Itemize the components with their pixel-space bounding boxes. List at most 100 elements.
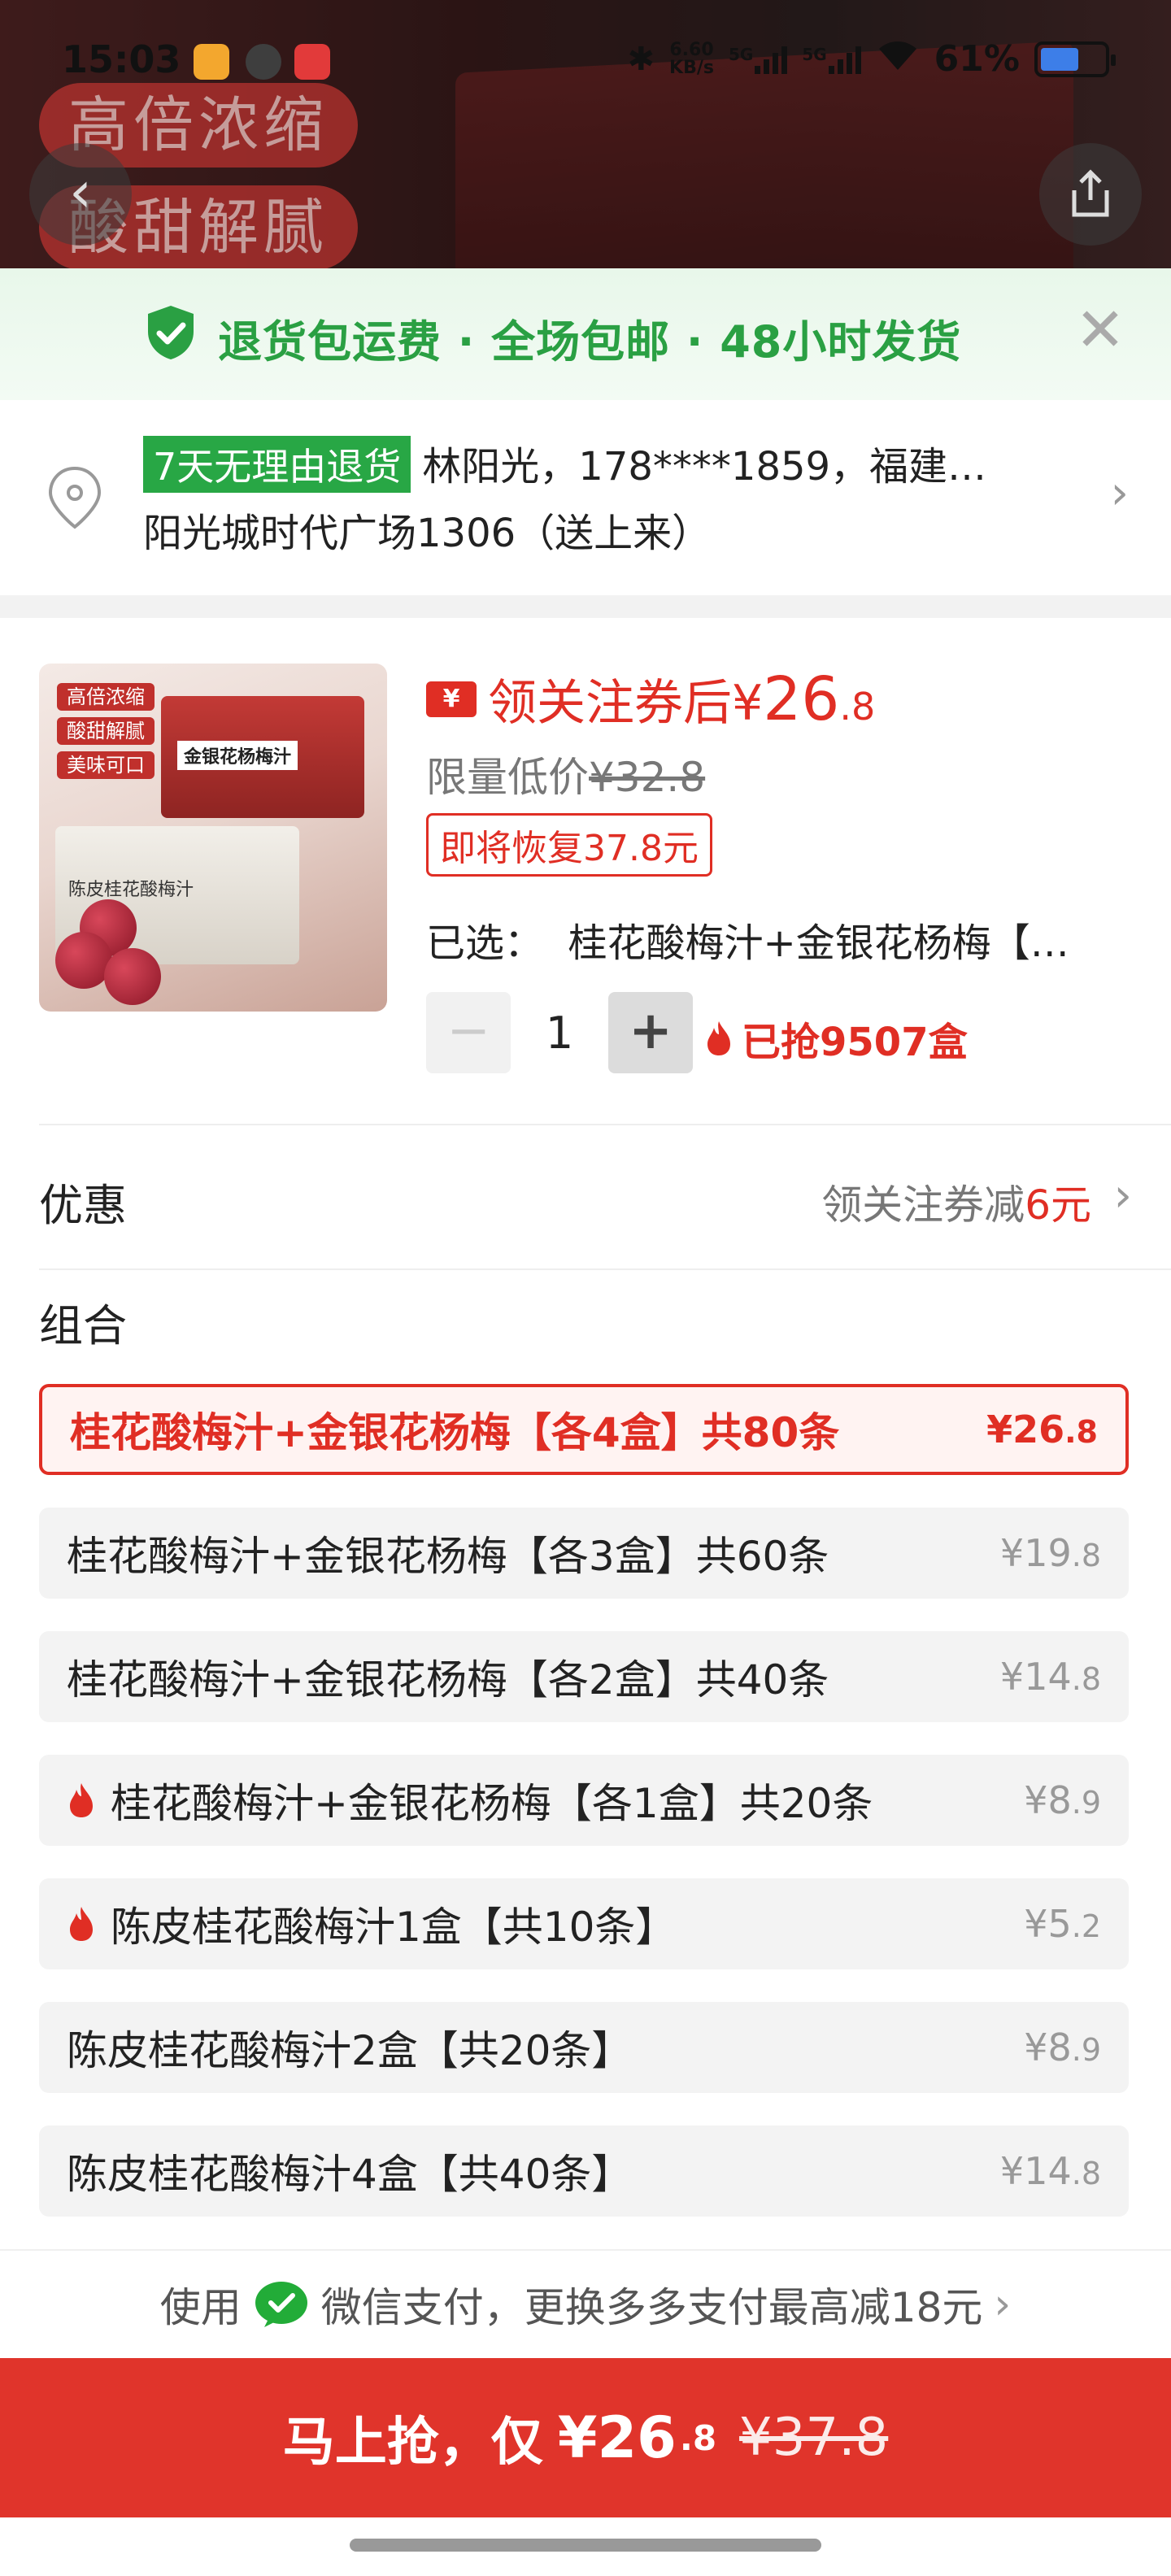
product-summary: 高倍浓缩 酸甜解腻 美味可口 金银花杨梅汁 陈皮桂花酸梅汁 ¥ 领关注券后 ¥ …	[0, 618, 1171, 1122]
thumb-box-b-label: 陈皮桂花酸梅汁	[68, 880, 194, 900]
thumb-tag: 美味可口	[57, 751, 155, 779]
limited-price: 限量低价¥32.8	[426, 745, 705, 803]
combo-option-price: ¥8.9	[1024, 2026, 1101, 2069]
buy-now-button[interactable]: 马上抢，仅 ¥26 .8 ¥37.8	[0, 2358, 1171, 2517]
combo-option[interactable]: 陈皮桂花酸梅汁2盒【共20条】 ¥8.9	[39, 2002, 1129, 2093]
wechat-notification-icon	[246, 44, 281, 80]
chevron-right-icon: ›	[1113, 1169, 1132, 1222]
promo-text: 退货包运费 · 全场包邮 · 48小时发货	[218, 316, 962, 368]
combo-price-dec: .8	[1071, 1538, 1101, 1573]
net-speed: 6.60 KB/s	[669, 41, 714, 77]
selected-label: 已选：	[426, 920, 544, 966]
combo-price-dec: .8	[1071, 2156, 1101, 2191]
battery-icon	[1034, 41, 1116, 77]
shipping-address[interactable]: 7天无理由退货 林阳光，178****1859，福建… 阳光城时代广场1306（送…	[0, 400, 1171, 595]
share-icon	[1072, 169, 1109, 217]
product-thumbnail[interactable]: 高倍浓缩 酸甜解腻 美味可口 金银花杨梅汁 陈皮桂花酸梅汁	[39, 664, 387, 1012]
chevron-right-icon: ›	[1110, 467, 1129, 520]
combo-price-dec: .8	[1064, 1414, 1098, 1450]
location-pin-icon	[48, 466, 102, 529]
buy-label: 马上抢，仅	[282, 2413, 543, 2473]
selected-variant: 已选： 桂花酸梅汁+金银花杨梅【…	[426, 911, 1109, 968]
payment-method-bar[interactable]: 使用 微信支付，更换多多支付最高减18元 ›	[0, 2249, 1171, 2358]
thumb-tag: 高倍浓缩	[57, 683, 155, 711]
flame-icon	[707, 1021, 730, 1055]
price-int: 26	[763, 664, 840, 734]
back-button[interactable]: ‹	[29, 143, 132, 246]
buy-price-dec: .8	[679, 2417, 717, 2458]
section-gap	[0, 595, 1171, 618]
decrease-quantity-button[interactable]: −	[426, 992, 511, 1073]
payment-prefix: 使用	[159, 2284, 242, 2331]
return-policy-badge: 7天无理由退货	[143, 436, 411, 493]
combo-price-dec: .8	[1071, 1661, 1101, 1697]
buy-price-int: ¥26	[557, 2404, 677, 2471]
combo-option[interactable]: 桂花酸梅汁+金银花杨梅【各4盒】共80条 ¥26.8	[39, 1384, 1129, 1475]
discount-row[interactable]: 优惠 领关注券减6元 ›	[0, 1127, 1171, 1270]
combo-option-name: 陈皮桂花酸梅汁4盒【共40条】	[67, 2151, 633, 2198]
shield-check-icon	[148, 306, 194, 359]
signal-label: 5G	[802, 44, 827, 64]
combo-price-dec: .9	[1071, 1785, 1101, 1821]
restore-price-badge: 即将恢复37.8元	[426, 813, 712, 877]
price-label: 领关注券后	[488, 675, 732, 732]
signal-icon: 5G	[802, 44, 861, 74]
address-line1: 7天无理由退货 林阳光，178****1859，福建…	[143, 434, 1078, 493]
coupon-icon: ¥	[426, 681, 477, 717]
combo-option-price: ¥26.8	[986, 1408, 1098, 1451]
close-banner-button[interactable]: ✕	[1075, 298, 1125, 363]
combo-price-int: ¥19	[999, 1531, 1072, 1575]
wifi-icon	[876, 37, 920, 80]
home-indicator[interactable]	[350, 2539, 821, 2552]
divider	[39, 1268, 1171, 1270]
chevron-left-icon: ‹	[69, 159, 92, 225]
combo-price-dec: .2	[1071, 1908, 1101, 1944]
app-notification-icon	[194, 44, 229, 80]
status-bar: 15:03 ✱ 6.60 KB/s 5G 5G 61%	[0, 33, 1171, 89]
status-time: 15:03	[62, 37, 181, 81]
combo-option-name: 陈皮桂花酸梅汁1盒【共10条】	[111, 1904, 677, 1951]
payment-text: 微信支付，更换多多支付最高减18元	[320, 2284, 983, 2331]
discount-amount: 6元	[1025, 1181, 1091, 1229]
combo-option[interactable]: 桂花酸梅汁+金银花杨梅【各2盒】共40条 ¥14.8	[39, 1631, 1129, 1722]
signal-icon: 5G	[728, 44, 788, 74]
flame-icon	[70, 1907, 93, 1941]
quantity-value[interactable]: 1	[511, 1007, 608, 1059]
combo-option[interactable]: 陈皮桂花酸梅汁4盒【共40条】 ¥14.8	[39, 2126, 1129, 2217]
combo-price-int: ¥8	[1024, 1778, 1072, 1822]
combo-option[interactable]: 陈皮桂花酸梅汁1盒【共10条】 ¥5.2	[39, 1878, 1129, 1969]
discount-prefix: 领关注券减	[821, 1181, 1025, 1229]
thumb-box-a: 金银花杨梅汁	[161, 696, 364, 818]
price-currency: ¥	[732, 675, 764, 732]
wechat-pay-icon	[255, 2282, 307, 2327]
increase-quantity-button[interactable]: +	[608, 992, 693, 1073]
combo-option-name: 桂花酸梅汁+金银花杨梅【各1盒】共20条	[111, 1780, 873, 1827]
bluetooth-icon: ✱	[627, 40, 655, 78]
app-notification-icon	[294, 44, 330, 80]
discount-title: 优惠	[39, 1180, 127, 1231]
combo-option-name: 桂花酸梅汁+金银花杨梅【各3盒】共60条	[67, 1533, 829, 1580]
address-line2: 阳光城时代广场1306（送上来）	[143, 511, 712, 556]
combo-option-name: 桂花酸梅汁+金银花杨梅【各4盒】共80条	[70, 1409, 840, 1456]
combo-price-int: ¥14	[999, 2149, 1072, 2193]
combo-option-price: ¥19.8	[1000, 1531, 1101, 1575]
flame-icon	[70, 1783, 93, 1817]
battery-percent: 61%	[934, 38, 1020, 80]
buy-old-price: ¥37.8	[739, 2408, 889, 2468]
chevron-right-icon: ›	[994, 2280, 1012, 2329]
combo-option[interactable]: 桂花酸梅汁+金银花杨梅【各3盒】共60条 ¥19.8	[39, 1508, 1129, 1599]
combo-title: 组合	[39, 1300, 127, 1351]
combo-option-price: ¥14.8	[1000, 1655, 1101, 1699]
divider	[39, 1124, 1171, 1125]
net-speed-unit: KB/s	[669, 57, 714, 78]
combo-option-price: ¥14.8	[1000, 2149, 1101, 2193]
share-button[interactable]	[1039, 143, 1142, 246]
combo-option[interactable]: 桂花酸梅汁+金银花杨梅【各1盒】共20条 ¥8.9	[39, 1755, 1129, 1846]
sold-count-text: 已抢9507盒	[742, 1020, 968, 1065]
thumb-tag: 酸甜解腻	[57, 717, 155, 745]
combo-option-price: ¥5.2	[1024, 1902, 1101, 1946]
combo-price-dec: .9	[1071, 2032, 1101, 2068]
coupon-price: ¥ 领关注券后 ¥ 26 .8	[426, 664, 875, 734]
discount-value: 领关注券减6元	[821, 1173, 1091, 1231]
signal-label: 5G	[728, 44, 754, 64]
